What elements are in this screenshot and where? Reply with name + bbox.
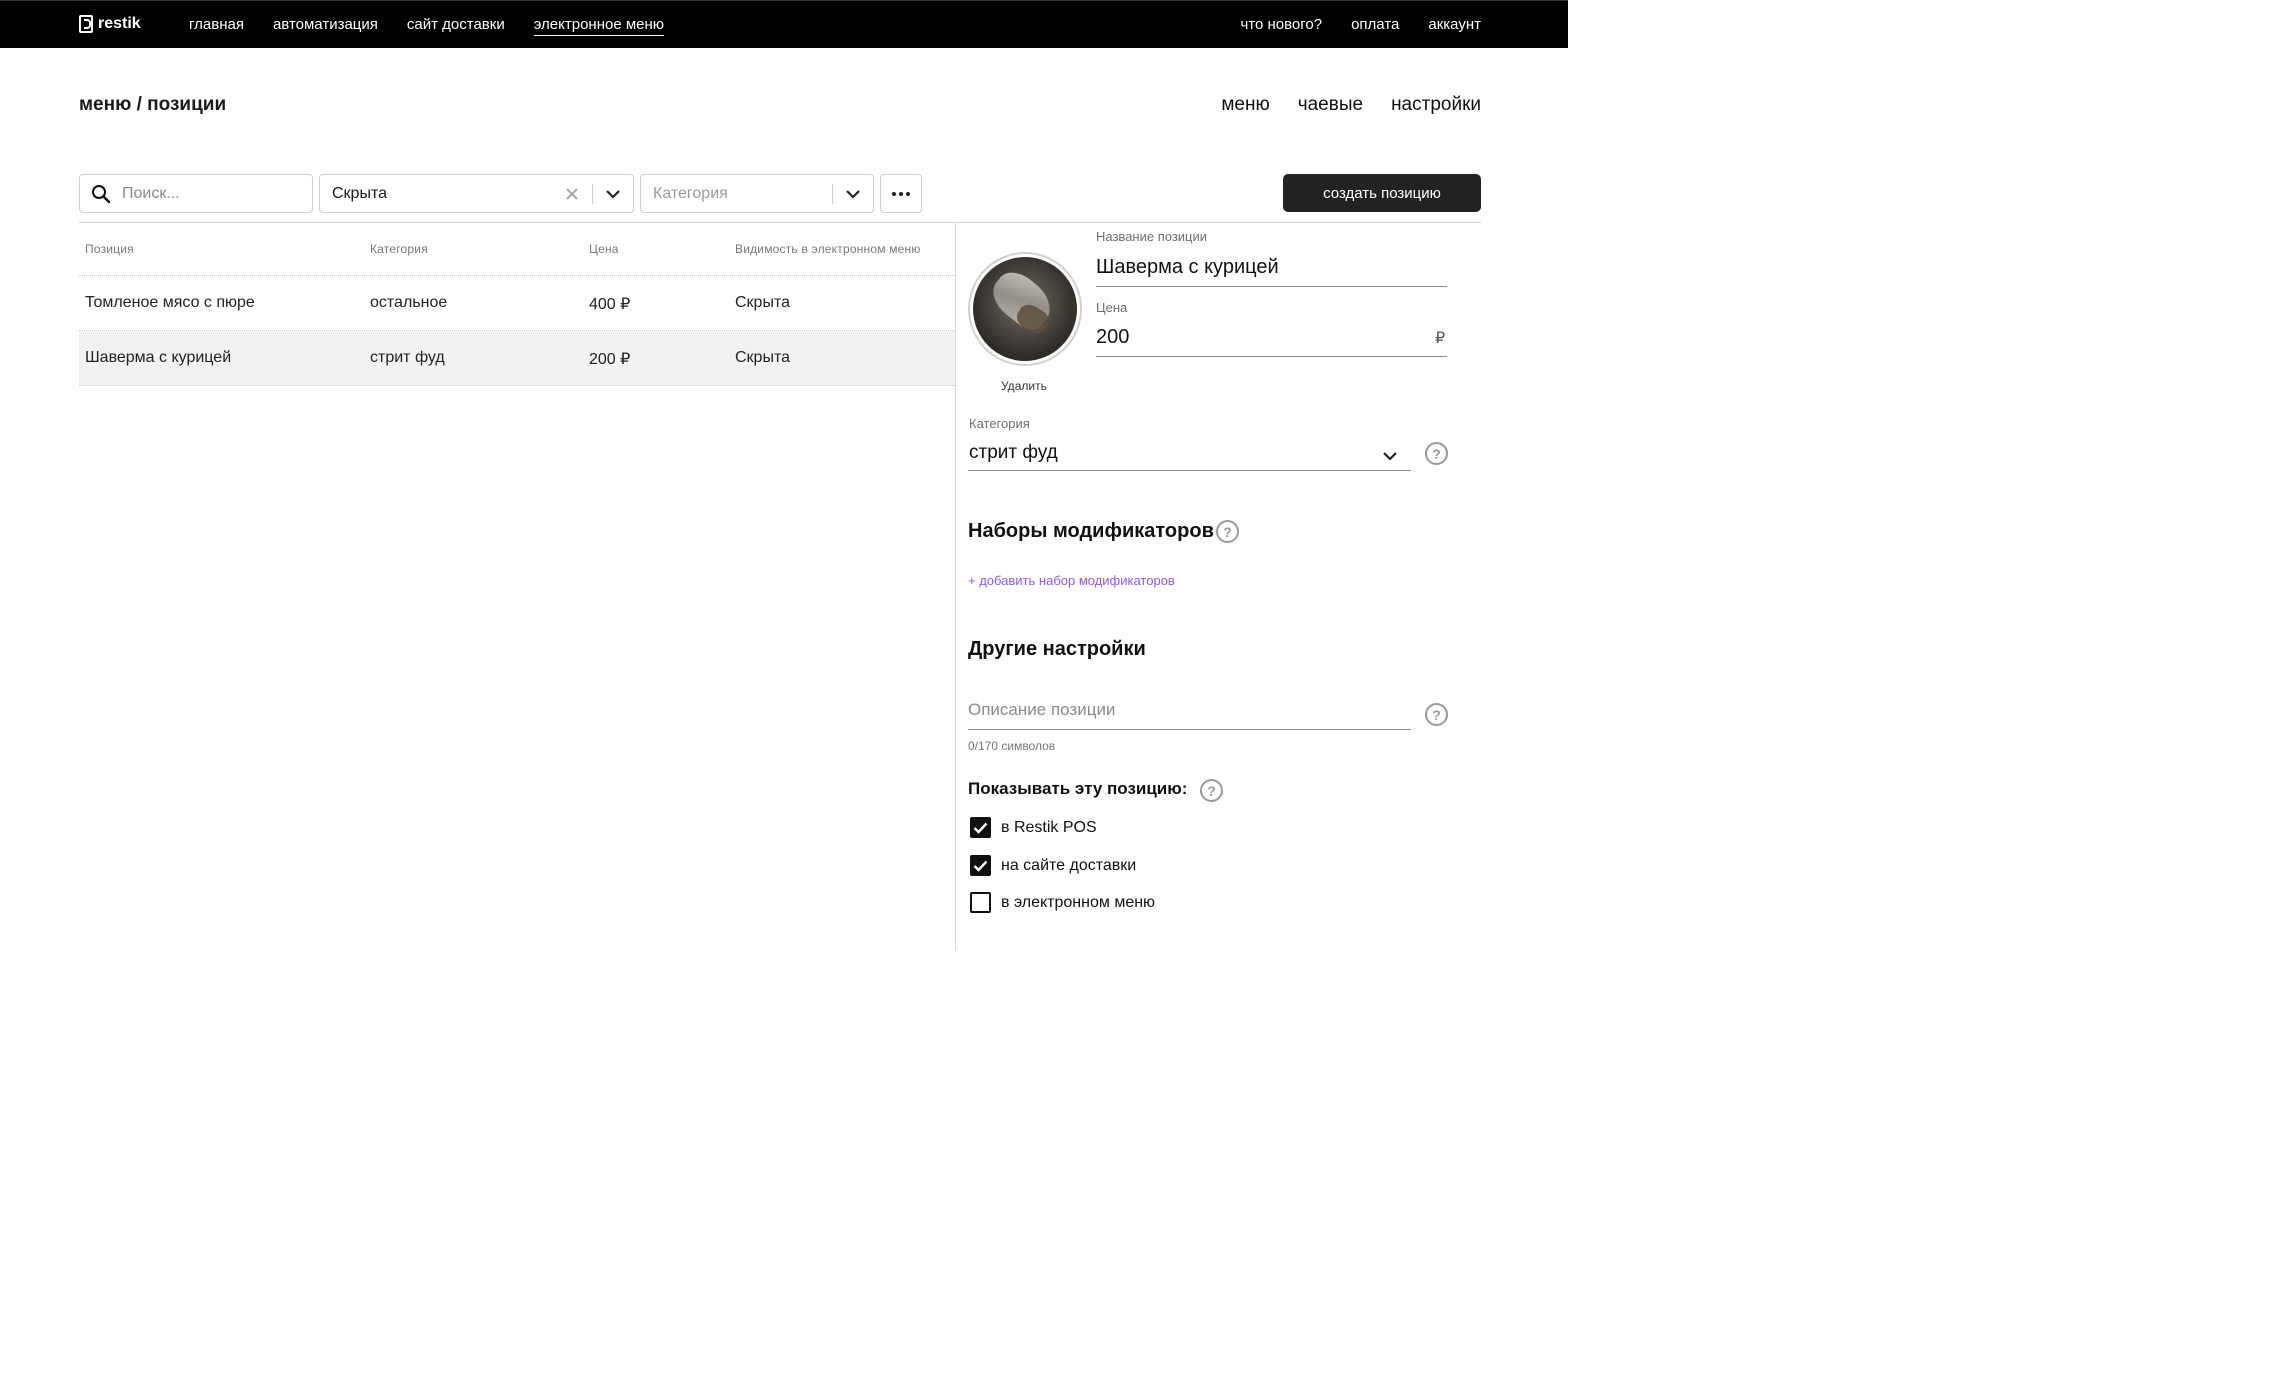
nav-home[interactable]: главная [189, 16, 244, 36]
check-label: на сайте доставки [1001, 856, 1137, 874]
cell-item-name: Шаверма с курицей [85, 349, 232, 366]
question-circle-icon[interactable]: ? [1425, 442, 1448, 465]
more-options-button[interactable] [880, 174, 922, 213]
top-navbar: restik главная автоматизация сайт достав… [0, 0, 1568, 48]
cell-category: остальное [370, 294, 448, 311]
description-input[interactable]: Описание позиции [968, 700, 1115, 720]
name-label: Название позиции [1096, 229, 1208, 244]
price-label: Цена [1096, 300, 1128, 315]
name-underline [1096, 286, 1447, 287]
question-circle-icon[interactable]: ? [1200, 779, 1223, 802]
cell-visibility: Скрыта [735, 349, 790, 366]
chevron-down-icon[interactable] [593, 175, 633, 212]
check-delivery-site[interactable]: на сайте доставки [970, 855, 1136, 876]
sub-nav: меню чаевые настройки [1221, 94, 1481, 116]
visibility-title: Показывать эту позицию: [968, 779, 1188, 798]
nav-account[interactable]: аккаунт [1428, 16, 1481, 35]
nav-payment[interactable]: оплата [1351, 16, 1399, 35]
subnav-settings[interactable]: настройки [1391, 94, 1481, 116]
visibility-filter[interactable]: Скрыта [319, 174, 634, 213]
description-counter: 0/170 символов [968, 739, 1056, 753]
col-header-category[interactable]: Категория [370, 242, 428, 256]
add-modifiers-link[interactable]: + добавить набор модификаторов [968, 573, 1175, 588]
page-title: меню / позиции [79, 94, 227, 115]
account-nav: что нового? оплата аккаунт [1240, 16, 1481, 35]
item-photo-image [973, 257, 1077, 361]
price-underline [1096, 356, 1447, 357]
col-header-item[interactable]: Позиция [85, 242, 134, 256]
category-filter[interactable]: Категория [640, 174, 874, 213]
logo[interactable]: restik [79, 15, 141, 33]
cell-category: стрит фуд [370, 349, 445, 366]
chevron-down-icon[interactable] [1382, 448, 1398, 466]
nav-automation[interactable]: автоматизация [273, 16, 378, 36]
checkbox-checked[interactable] [970, 855, 991, 876]
modifiers-title: Наборы модификаторов [968, 520, 1214, 542]
table-row[interactable]: Шаверма с курицей стрит фуд 200 ₽ Скрыта [79, 331, 955, 386]
price-input[interactable]: 200 [1096, 326, 1129, 349]
panel-divider [955, 222, 956, 950]
other-settings-title: Другие настройки [968, 638, 1146, 660]
subnav-menu[interactable]: меню [1221, 94, 1269, 116]
table-row[interactable]: Томленое мясо с пюре остальное 400 ₽ Скр… [79, 276, 955, 331]
create-item-button[interactable]: создать позицию [1283, 174, 1481, 212]
nav-electronic-menu[interactable]: электронное меню [533, 16, 665, 36]
logo-icon [79, 15, 93, 33]
category-filter-placeholder: Категория [653, 184, 728, 202]
search-box [79, 174, 313, 213]
close-icon[interactable] [552, 175, 592, 212]
cell-visibility: Скрыта [735, 294, 790, 311]
cell-item-name: Томленое мясо с пюре [85, 294, 255, 311]
main-nav: главная автоматизация сайт доставки элек… [189, 16, 665, 36]
check-label: в Restik POS [1001, 818, 1097, 836]
delete-photo-link[interactable]: Удалить [1001, 379, 1047, 393]
name-input[interactable]: Шаверма с курицей [1096, 256, 1279, 279]
nav-delivery-site[interactable]: сайт доставки [407, 16, 505, 36]
check-electronic-menu[interactable]: в электронном меню [970, 892, 1155, 913]
col-header-price[interactable]: Цена [589, 242, 619, 256]
chevron-down-icon[interactable] [833, 175, 873, 212]
cell-price: 200 ₽ [589, 351, 631, 368]
cell-price: 400 ₽ [589, 296, 631, 313]
check-label: в электронном меню [1001, 893, 1156, 911]
checkbox-unchecked[interactable] [970, 892, 991, 913]
logo-text: restik [98, 15, 141, 32]
search-input[interactable] [122, 184, 302, 203]
nav-whats-new[interactable]: что нового? [1240, 16, 1322, 35]
question-circle-icon[interactable]: ? [1216, 520, 1239, 543]
subnav-tips[interactable]: чаевые [1298, 94, 1363, 116]
category-select[interactable]: стрит фуд [969, 442, 1058, 464]
question-circle-icon[interactable]: ? [1425, 703, 1448, 726]
more-horizontal-icon [892, 191, 896, 196]
category-underline [968, 470, 1411, 471]
description-underline [968, 729, 1411, 730]
category-label: Категория [969, 416, 1030, 431]
check-restik-pos[interactable]: в Restik POS [970, 817, 1097, 838]
checkbox-checked[interactable] [970, 817, 991, 838]
table-header: Позиция Категория Цена Видимость в элект… [79, 223, 955, 276]
search-icon [80, 175, 122, 212]
visibility-filter-value: Скрыта [332, 184, 387, 202]
item-photo[interactable] [968, 252, 1082, 366]
currency-symbol: ₽ [1435, 330, 1446, 347]
items-table: Позиция Категория Цена Видимость в элект… [79, 223, 955, 386]
col-header-visibility[interactable]: Видимость в электронном меню [735, 242, 921, 256]
